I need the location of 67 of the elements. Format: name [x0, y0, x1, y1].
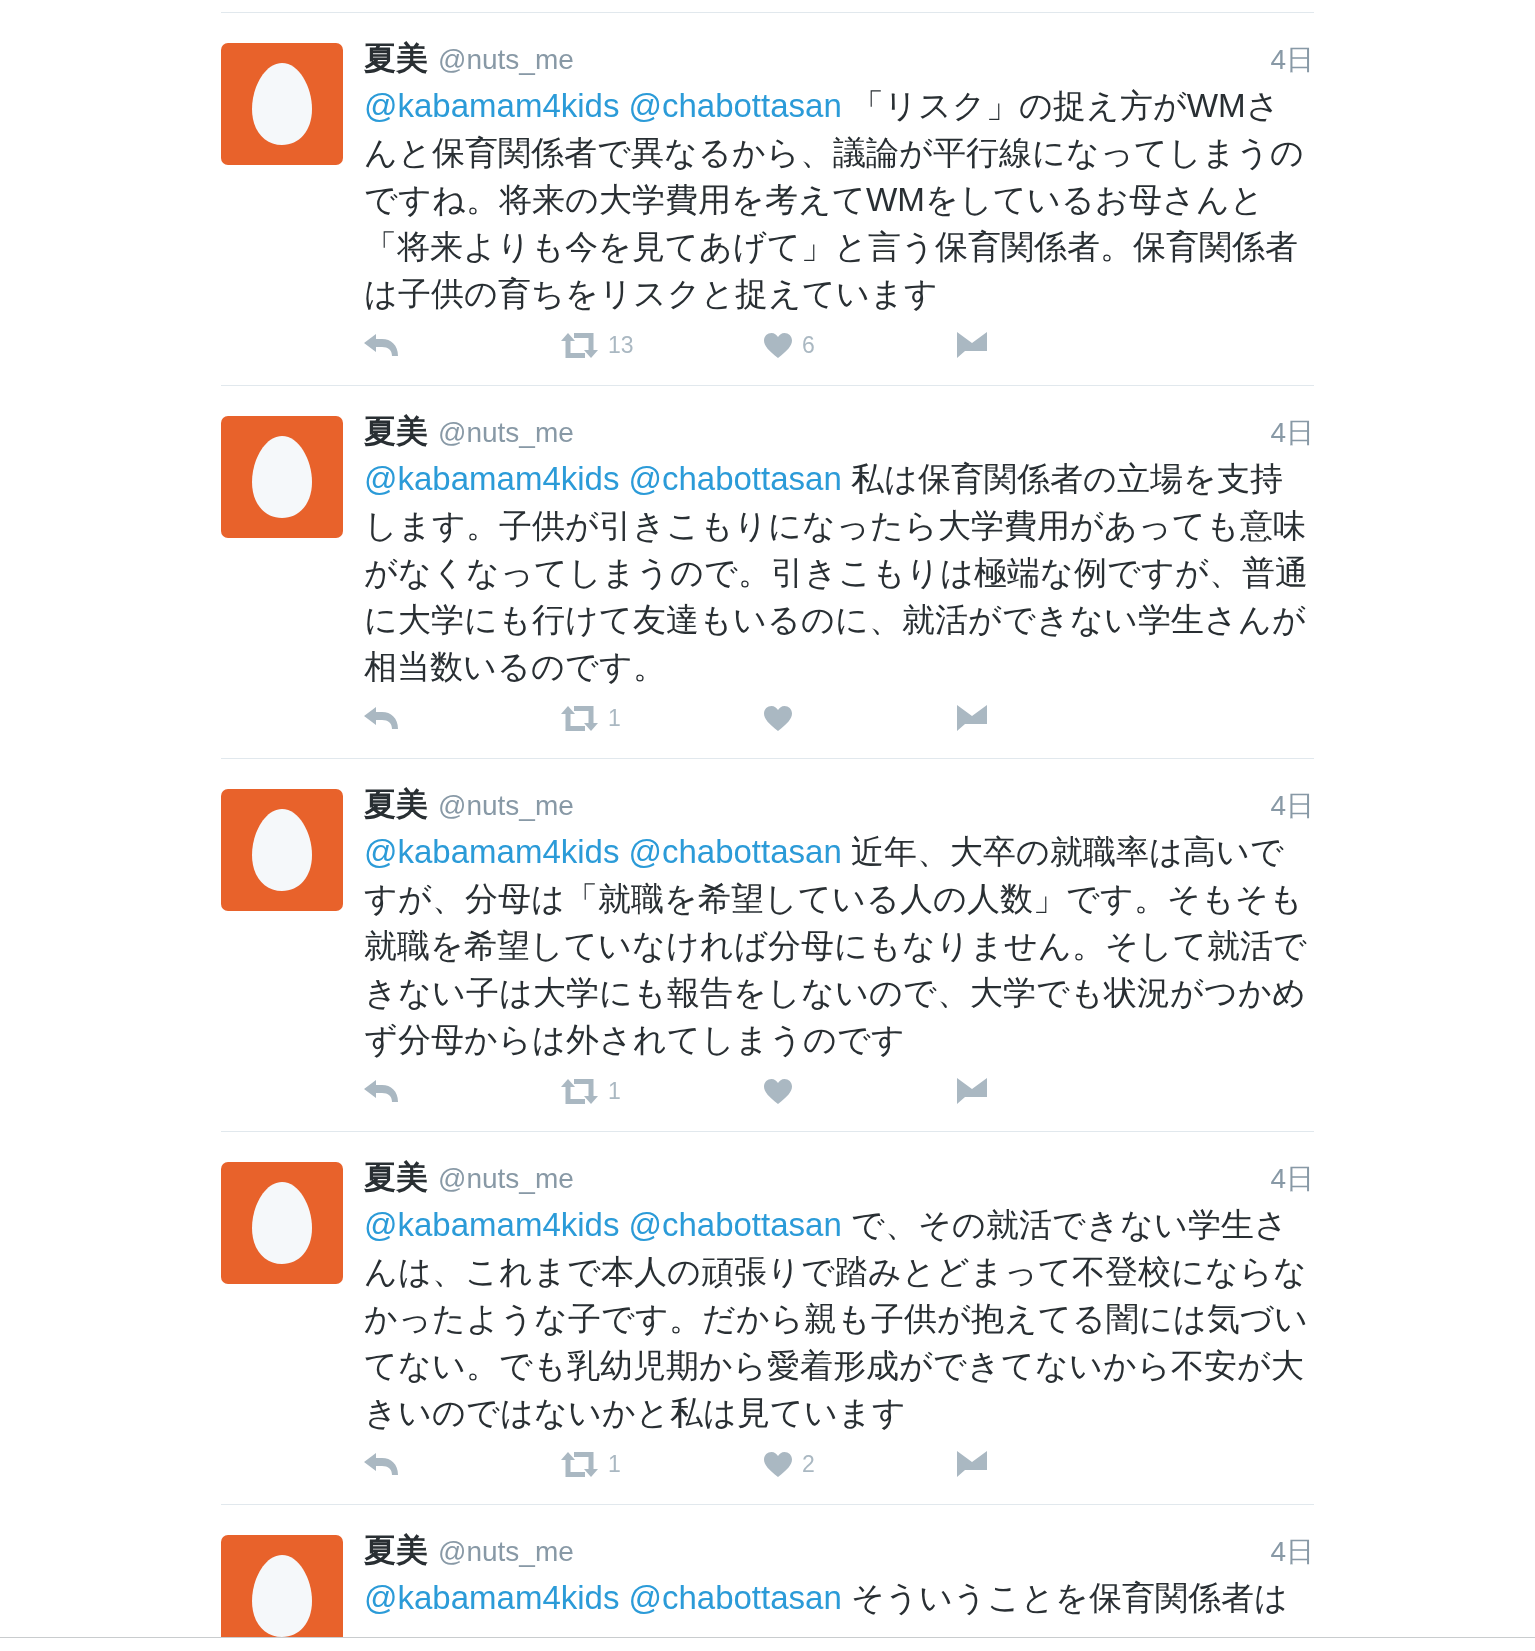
heart-icon: [764, 1451, 792, 1477]
reply-icon: [364, 1080, 398, 1102]
retweet-button[interactable]: 1: [561, 1077, 621, 1105]
tweet-text: @kabamam4kids @chabottasan そういうことを保育関係者は: [364, 1578, 1289, 1618]
heart-icon: [764, 332, 792, 358]
retweet-button[interactable]: 1: [561, 1450, 621, 1478]
egg-avatar[interactable]: [221, 1535, 343, 1637]
user-name: 夏美: [364, 1531, 428, 1570]
mention-link[interactable]: @kabamam4kids: [364, 1579, 620, 1616]
retweet-button[interactable]: 13: [561, 331, 634, 359]
reply-button[interactable]: [364, 1453, 398, 1475]
user-name: 夏美: [364, 1158, 428, 1197]
tweet-time: 4日: [1270, 1162, 1314, 1196]
mention-link[interactable]: @kabamam4kids: [364, 460, 620, 497]
mention-link[interactable]: @chabottasan: [628, 1579, 842, 1616]
tweet-text: @kabamam4kids @chabottasan で、その就活できない学生さ んは、これまで本人の頑張りで踏みとどまって不登校にならな かったような子です。だから親も子供が抱えてる闇には気づい てない。でも乳幼児期から愛着形成ができてないから不安が大 きいのではないかと私は見ています: [364, 1205, 1309, 1433]
like-button[interactable]: [764, 705, 792, 731]
message-button[interactable]: [957, 332, 987, 358]
mention-link[interactable]: @kabamam4kids: [364, 833, 620, 870]
envelope-icon: [957, 332, 987, 358]
message-button[interactable]: [957, 1078, 987, 1104]
tweet-time: 4日: [1270, 789, 1314, 823]
tweet-time: 4日: [1270, 416, 1314, 450]
egg-avatar[interactable]: [221, 43, 343, 165]
reply-button[interactable]: [364, 707, 398, 729]
retweet-icon: [561, 705, 598, 731]
retweet-icon: [561, 1078, 598, 1104]
envelope-icon: [957, 1451, 987, 1477]
message-button[interactable]: [957, 705, 987, 731]
user-handle: @nuts_me: [438, 43, 574, 77]
tweet-text: @kabamam4kids @chabottasan 近年、大卒の就職率は高いで すが、分母は「就職を希望している人の人数」です。そもそも 就職を希望していなければ分母にもなりません。そして就活で きない子は大学にも報告をしないので、大学でも状況がつかめ ず分母からは外されてしまうのです: [364, 832, 1308, 1060]
user-handle: @nuts_me: [438, 1162, 574, 1196]
mention-link[interactable]: @chabottasan: [628, 1206, 842, 1243]
reply-icon: [364, 1453, 398, 1475]
like-button[interactable]: 2: [764, 1450, 815, 1478]
retweet-button[interactable]: 1: [561, 704, 621, 732]
mention-link[interactable]: @kabamam4kids: [364, 1206, 620, 1243]
egg-avatar[interactable]: [221, 1162, 343, 1284]
retweet-icon: [561, 1451, 598, 1477]
mention-link[interactable]: @chabottasan: [628, 833, 842, 870]
envelope-icon: [957, 705, 987, 731]
egg-avatar[interactable]: [221, 416, 343, 538]
mention-link[interactable]: @chabottasan: [628, 460, 842, 497]
mention-link[interactable]: @kabamam4kids: [364, 87, 620, 124]
user-name: 夏美: [364, 39, 428, 78]
tweet-time: 4日: [1270, 43, 1314, 77]
message-button[interactable]: [957, 1451, 987, 1477]
heart-icon: [764, 1078, 792, 1104]
tweet-text: @kabamam4kids @chabottasan 私は保育関係者の立場を支持 します。子供が引きこもりになったら大学費用があっても意味 がなくなってしまうので。引きこもりは極端な例ですが、普通 に大学にも行けて友達もいるのに、就活ができない学生さんが 相当数いるのです。: [364, 459, 1309, 687]
egg-avatar[interactable]: [221, 789, 343, 911]
reply-button[interactable]: [364, 334, 398, 356]
like-button[interactable]: [764, 1078, 792, 1104]
reply-button[interactable]: [364, 1080, 398, 1102]
reply-icon: [364, 707, 398, 729]
envelope-icon: [957, 1078, 987, 1104]
tweet-time: 4日: [1270, 1535, 1314, 1569]
mention-link[interactable]: @chabottasan: [628, 87, 842, 124]
tweet-text: @kabamam4kids @chabottasan 「リスク」の捉え方がWMさ んと保育関係者で異なるから、議論が平行線になってしまうの ですね。将来の大学費用を考えてWMをしているお母さんと 「将来よりも今を見てあげて」と言う保育関係者。保育関係者 は子供の育ちをリスクと捉えています: [364, 86, 1305, 314]
heart-icon: [764, 705, 792, 731]
user-handle: @nuts_me: [438, 789, 574, 823]
user-handle: @nuts_me: [438, 1535, 574, 1569]
retweet-icon: [561, 332, 598, 358]
user-name: 夏美: [364, 785, 428, 824]
reply-icon: [364, 334, 398, 356]
user-handle: @nuts_me: [438, 416, 574, 450]
like-button[interactable]: 6: [764, 331, 815, 359]
user-name: 夏美: [364, 412, 428, 451]
